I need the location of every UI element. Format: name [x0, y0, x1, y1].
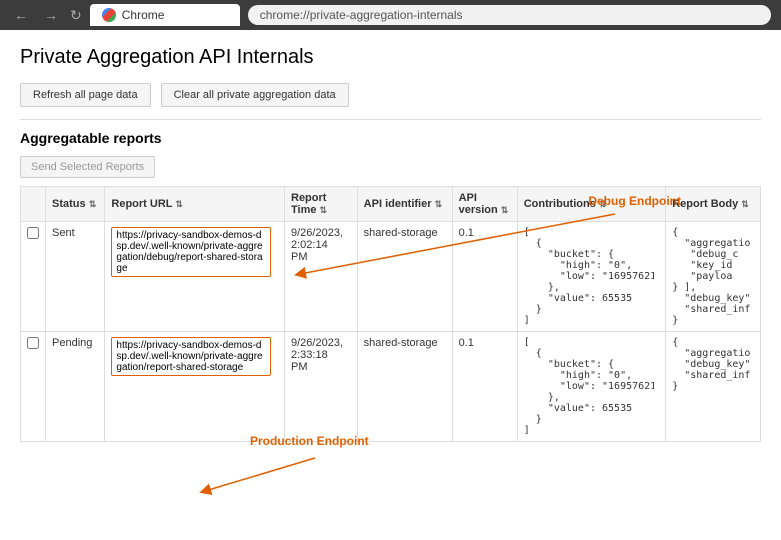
sort-api-id[interactable]: ⇅	[435, 199, 443, 209]
divider	[20, 119, 761, 120]
col-status: Status ⇅	[46, 187, 105, 222]
browser-tab: Chrome	[90, 4, 240, 26]
section-title: Aggregatable reports	[20, 130, 761, 146]
row1-status: Sent	[46, 222, 105, 332]
table-wrapper: Debug Endpoint Production Endpoint	[20, 186, 761, 442]
row2-time: 9/26/2023, 2:33:18 PM	[285, 332, 358, 442]
col-checkbox	[21, 187, 46, 222]
row2-api-id: shared-storage	[357, 332, 452, 442]
row2-url[interactable]: https://privacy-sandbox-demos-dsp.dev/.w…	[111, 337, 271, 376]
row1-api-ver: 0.1	[452, 222, 517, 332]
refresh-button[interactable]: Refresh all page data	[20, 83, 151, 107]
row1-contributions: [ { "bucket": { "high": "0", "low": "169…	[517, 222, 665, 332]
production-endpoint-label: Production Endpoint	[250, 434, 369, 448]
row1-api-id: shared-storage	[357, 222, 452, 332]
row1-checkbox-cell	[21, 222, 46, 332]
page-title: Private Aggregation API Internals	[20, 46, 761, 69]
row2-report-body: { "aggregatio "debug_key" "shared_inf }	[666, 332, 761, 442]
forward-button[interactable]: →	[40, 5, 62, 25]
row2-url-cell: https://privacy-sandbox-demos-dsp.dev/.w…	[105, 332, 285, 442]
row1-url[interactable]: https://privacy-sandbox-demos-dsp.dev/.w…	[111, 227, 271, 277]
tab-label: Chrome	[122, 8, 165, 22]
reload-button[interactable]: ↻	[70, 7, 82, 24]
row1-time: 9/26/2023, 2:02:14 PM	[285, 222, 358, 332]
page-content: Private Aggregation API Internals Refres…	[0, 30, 781, 458]
reports-table: Status ⇅ Report URL ⇅ ReportTime ⇅ API i…	[20, 186, 761, 442]
row2-status: Pending	[46, 332, 105, 442]
sort-time[interactable]: ⇅	[320, 205, 328, 215]
address-bar[interactable]: chrome://private-aggregation-internals	[248, 5, 771, 25]
col-report-url: Report URL ⇅	[105, 187, 285, 222]
back-button[interactable]: ←	[10, 5, 32, 25]
debug-endpoint-label: Debug Endpoint	[588, 194, 681, 208]
sort-status[interactable]: ⇅	[89, 199, 97, 209]
row1-url-cell: https://privacy-sandbox-demos-dsp.dev/.w…	[105, 222, 285, 332]
row2-checkbox[interactable]	[27, 337, 39, 349]
sort-url[interactable]: ⇅	[175, 199, 183, 209]
table-row: Pending https://privacy-sandbox-demos-ds…	[21, 332, 761, 442]
row2-api-ver: 0.1	[452, 332, 517, 442]
row1-report-body: { "aggregatio "debug_c "key_id "payloa }…	[666, 222, 761, 332]
col-report-time: ReportTime ⇅	[285, 187, 358, 222]
tab-icon	[102, 8, 116, 22]
sort-api-ver[interactable]: ⇅	[501, 205, 509, 215]
row2-checkbox-cell	[21, 332, 46, 442]
clear-button[interactable]: Clear all private aggregation data	[161, 83, 349, 107]
table-row: Sent https://privacy-sandbox-demos-dsp.d…	[21, 222, 761, 332]
toolbar: Refresh all page data Clear all private …	[20, 83, 761, 107]
row2-contributions: [ { "bucket": { "high": "0", "low": "169…	[517, 332, 665, 442]
browser-chrome: ← → ↻ Chrome chrome://private-aggregatio…	[0, 0, 781, 30]
col-api-identifier: API identifier ⇅	[357, 187, 452, 222]
col-api-version: APIversion ⇅	[452, 187, 517, 222]
send-selected-button[interactable]: Send Selected Reports	[20, 156, 155, 178]
row1-checkbox[interactable]	[27, 227, 39, 239]
sort-report-body[interactable]: ⇅	[741, 199, 749, 209]
